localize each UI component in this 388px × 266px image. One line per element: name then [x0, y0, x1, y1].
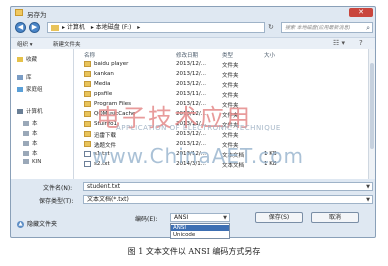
file-type: 文件夹	[222, 83, 239, 89]
usb-drive-icon	[23, 159, 29, 164]
folder-icon	[84, 131, 91, 137]
help-icon[interactable]: ?	[359, 39, 363, 47]
column-header-date[interactable]: 修改日期	[176, 51, 198, 59]
file-name: Media	[94, 81, 111, 87]
folder-row[interactable]: Media 2013/12/... 文件夹	[74, 81, 375, 89]
view-options-icon[interactable]: ☷ ▾	[333, 39, 345, 47]
nav-drive-kin[interactable]: KIN	[23, 159, 41, 165]
crumb-local-disk[interactable]: ▸ 本地磁盘 (F:)	[91, 24, 132, 31]
chevron-down-icon: ▼	[223, 215, 227, 221]
drive-icon	[23, 141, 29, 146]
folder-icon	[84, 81, 91, 87]
nav-drive-4[interactable]: 本	[23, 149, 38, 157]
file-date: 2013/12/...	[176, 71, 206, 77]
folder-icon	[51, 25, 59, 31]
file-type: 文件夹	[222, 73, 239, 79]
homegroup-icon	[17, 87, 23, 92]
filename-input[interactable]: student.txt ▼	[83, 182, 373, 191]
encoding-option-ansi[interactable]: ANSI	[171, 225, 229, 231]
folder-icon	[84, 111, 91, 117]
close-button[interactable]: ✕	[349, 8, 373, 17]
back-button[interactable]: ◀	[15, 22, 26, 33]
folder-icon	[84, 141, 91, 147]
address-bar: ◀ ▶ ▸ 计算机 ▸ 本地磁盘 (F:) ▸ ↻ 搜索 本地磁盘(应用最新消息…	[13, 21, 373, 35]
encoding-options-list: ANSI Unicode	[170, 223, 230, 239]
figure-caption: 图 1 文本文件以 ANSI 编码方式另存	[127, 247, 261, 256]
cancel-button[interactable]: 取消	[311, 212, 359, 223]
hide-folders-toggle[interactable]: ▲ 隐藏文件夹	[17, 219, 57, 228]
file-name: baidu player	[94, 61, 129, 67]
chevron-down-icon: ▼	[366, 184, 370, 190]
file-type: 文件夹	[222, 63, 239, 69]
folder-icon	[84, 101, 91, 107]
crumb-arrow[interactable]: ▸	[137, 24, 140, 31]
title-bar: 另存为 ✕	[11, 7, 375, 19]
encoding-value: ANSI	[174, 214, 189, 221]
vertical-scrollbar[interactable]	[368, 49, 375, 179]
filename-value: student.txt	[87, 183, 121, 190]
drive-icon	[23, 131, 29, 136]
filename-label: 文件名(N):	[43, 185, 73, 192]
new-folder-button[interactable]: 新建文件夹	[53, 40, 81, 48]
breadcrumb[interactable]: ▸ 计算机 ▸ 本地磁盘 (F:) ▸	[47, 22, 265, 33]
nav-libraries[interactable]: 库	[17, 73, 32, 81]
nav-drive-1[interactable]: 本	[23, 119, 38, 127]
file-date: 2013/11/...	[176, 91, 206, 97]
encoding-label: 编码(E):	[135, 216, 158, 223]
search-input[interactable]: 搜索 本地磁盘(应用最新消息) ⌕	[281, 22, 373, 33]
search-icon: ⌕	[366, 24, 370, 32]
folder-icon	[84, 61, 91, 67]
watermark-english: APPLICATION OF ELECTRONIC TECHNIQUE	[116, 124, 281, 132]
savetype-label: 保存类型(T):	[39, 198, 74, 205]
scrollbar-thumb[interactable]	[370, 63, 374, 149]
forward-button[interactable]: ▶	[29, 22, 40, 33]
navigation-pane: 收藏 库 家庭组 计算机 本 本 本 本 KIN	[11, 49, 74, 179]
watermark-url: www.ChinaAET.com	[92, 144, 304, 168]
folder-icon	[84, 91, 91, 97]
file-name: ppsfile	[94, 91, 113, 97]
folder-row[interactable]: baidu player 2013/12/... 文件夹	[74, 61, 375, 69]
nav-drive-3[interactable]: 本	[23, 139, 38, 147]
file-date: 2013/12/...	[176, 61, 206, 67]
collapse-arrow-icon: ▲	[17, 221, 24, 228]
folder-icon	[84, 121, 91, 127]
text-file-icon	[84, 161, 91, 167]
crumb-computer[interactable]: ▸ 计算机	[62, 24, 85, 31]
column-header-type[interactable]: 类型	[222, 51, 233, 59]
savetype-select[interactable]: 文本文档(*.txt) ▼	[83, 195, 373, 204]
folder-row[interactable]: kankan 2013/12/... 文件夹	[74, 71, 375, 79]
notepad-icon	[15, 9, 23, 16]
nav-drive-2[interactable]: 本	[23, 129, 38, 137]
hide-folders-label: 隐藏文件夹	[27, 221, 58, 228]
file-name: kankan	[94, 71, 114, 77]
file-date: 2013/12/...	[176, 81, 206, 87]
save-button[interactable]: 保存(S)	[255, 212, 303, 223]
drive-icon	[23, 121, 29, 126]
computer-icon	[17, 109, 23, 114]
drive-icon	[23, 151, 29, 156]
dialog-title: 另存为	[27, 11, 47, 19]
folder-icon	[84, 71, 91, 77]
text-file-icon	[84, 151, 91, 157]
nav-homegroup[interactable]: 家庭组	[17, 85, 43, 93]
column-header-name[interactable]: 名称	[84, 51, 95, 59]
search-placeholder: 搜索 本地磁盘(应用最新消息)	[285, 25, 351, 31]
refresh-icon[interactable]: ↻	[268, 22, 278, 33]
encoding-option-unicode[interactable]: Unicode	[173, 232, 195, 238]
nav-computer[interactable]: 计算机	[17, 107, 43, 115]
nav-favorites[interactable]: 收藏	[17, 55, 37, 63]
folder-row[interactable]: ppsfile 2013/11/... 文件夹	[74, 91, 375, 99]
encoding-select[interactable]: ANSI ▼	[170, 213, 230, 222]
chevron-down-icon: ▼	[366, 197, 370, 203]
library-icon	[17, 75, 23, 80]
savetype-value: 文本文档(*.txt)	[87, 196, 129, 203]
star-icon	[17, 57, 23, 62]
column-header-size[interactable]: 大小	[264, 51, 275, 59]
organize-menu[interactable]: 组织 ▾	[17, 40, 33, 48]
